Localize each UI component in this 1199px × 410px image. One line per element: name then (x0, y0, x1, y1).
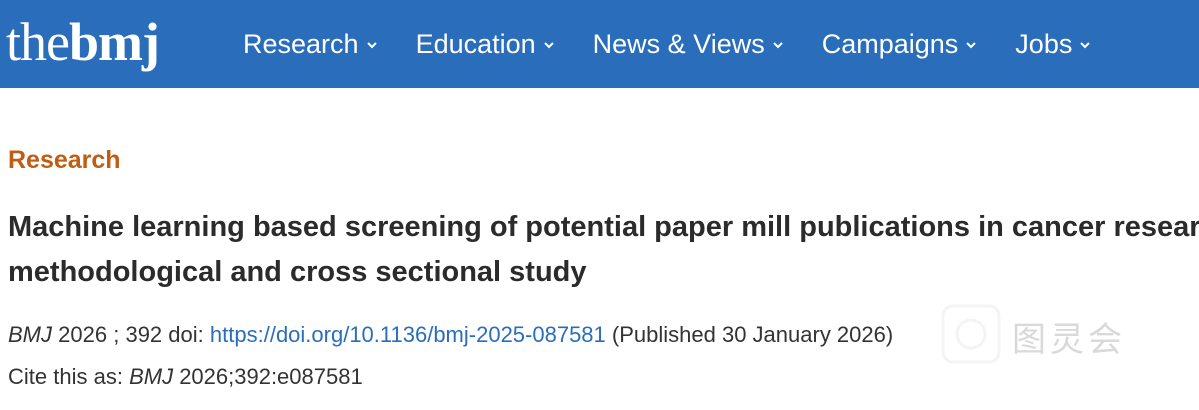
nav-news-views[interactable]: News & Views (593, 29, 784, 60)
chevron-down-icon (966, 42, 977, 49)
article-meta: BMJ 2026 ; 392 doi: https://doi.org/10.1… (8, 322, 893, 348)
main-nav: Research Education News & Views Campaign… (243, 0, 1129, 88)
cite-label: Cite this as: (8, 364, 123, 389)
chevron-down-icon (543, 42, 554, 49)
doi-link[interactable]: https://doi.org/10.1136/bmj-2025-087581 (210, 322, 606, 347)
article-section-label[interactable]: Research (8, 146, 121, 175)
chevron-down-icon (773, 42, 783, 49)
watermark-text: 图灵会 (1012, 321, 1126, 359)
cite-reference: 2026;392:e087581 (179, 364, 363, 389)
journal-name: BMJ (8, 322, 52, 347)
nav-campaigns-label: Campaigns (821, 28, 959, 59)
nav-education-label: Education (415, 28, 536, 59)
logo-the: the (6, 12, 70, 72)
nav-research[interactable]: Research (243, 29, 378, 60)
chevron-down-icon (366, 42, 377, 49)
citation-line: Cite this as: BMJ 2026;392:e087581 (8, 364, 363, 390)
nav-news-views-label: News & Views (592, 28, 765, 59)
nav-education[interactable]: Education (416, 29, 555, 60)
nav-research-label: Research (243, 28, 359, 59)
nav-campaigns[interactable]: Campaigns (822, 29, 978, 60)
volume-number: 392 (125, 322, 163, 347)
article-title: Machine learning based screening of pote… (8, 211, 1199, 288)
doi-label: doi: (168, 322, 204, 347)
nav-jobs-label: Jobs (1015, 28, 1073, 59)
bmj-logo[interactable]: the bmj (6, 2, 160, 82)
publication-year: 2026 (58, 322, 108, 347)
logo-bmj: bmj (68, 12, 160, 72)
published-date: (Published 30 January 2026) (611, 322, 894, 347)
chevron-down-icon (1080, 42, 1091, 49)
cite-journal: BMJ (129, 364, 174, 389)
top-navigation-bar: the bmj Research Education News & Views C… (0, 0, 1199, 88)
nav-jobs[interactable]: Jobs (1015, 29, 1091, 60)
meta-separator: ; (113, 322, 120, 347)
